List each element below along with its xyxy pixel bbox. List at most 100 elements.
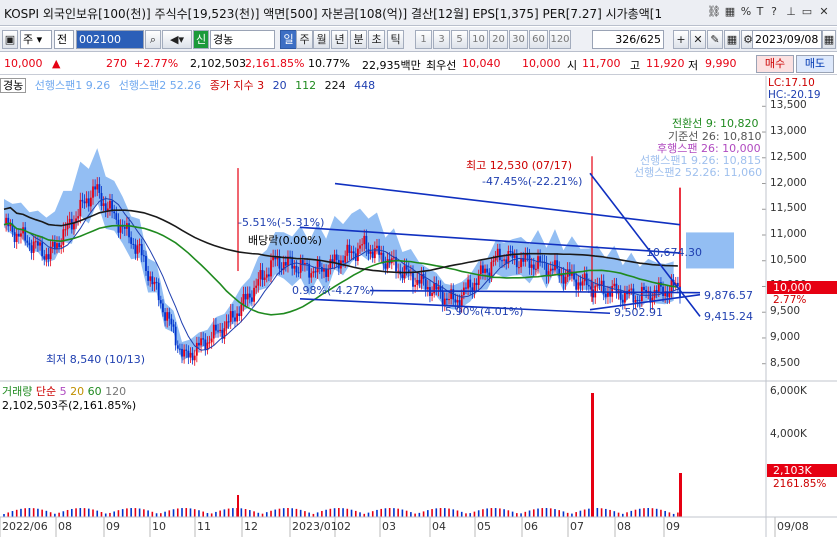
candle-body — [94, 186, 97, 190]
period-tab-1[interactable]: 주 — [296, 30, 313, 49]
volume-bar — [121, 509, 124, 517]
low-value: 9,990 — [705, 57, 737, 70]
interval-button-4[interactable]: 20 — [489, 30, 508, 49]
help-icon[interactable]: ? — [766, 4, 782, 20]
title-text: KOSPI 외국인보유[100(천)] 주식수[19,523(천)] 액면[50… — [4, 7, 663, 21]
volume-bar — [24, 508, 26, 517]
candle-body — [361, 244, 364, 246]
interval-button-1[interactable]: 3 — [433, 30, 450, 49]
market-select[interactable]: 주 ▾ — [20, 30, 52, 49]
interval-button-7[interactable]: 120 — [549, 30, 571, 49]
high-label: 고 — [630, 59, 641, 72]
x-tick-label-9: 04 — [432, 520, 446, 533]
candle-body — [583, 273, 586, 282]
chart-icon[interactable]: ▦ — [722, 4, 738, 20]
candle-body — [632, 288, 635, 303]
candle-body — [64, 229, 67, 231]
credit-badge[interactable]: 신 — [193, 30, 209, 49]
interval-button-6[interactable]: 60 — [529, 30, 548, 49]
candle-body — [443, 298, 446, 305]
candle-body — [376, 245, 378, 249]
volume-bar — [605, 508, 607, 517]
volume-bar — [155, 513, 158, 517]
menu-icon[interactable]: ▣ — [2, 30, 18, 49]
candle-body — [532, 264, 535, 270]
candle-body — [587, 285, 590, 287]
candle-body — [104, 203, 107, 211]
x-tick-label-4: 11 — [197, 520, 211, 533]
candle-body — [145, 255, 147, 271]
stock-code-input[interactable]: 002100 — [76, 30, 144, 49]
volume-bar — [45, 510, 48, 517]
period-tab-5[interactable]: 초 — [368, 30, 385, 49]
volume-bar — [660, 509, 662, 517]
zoom-in-icon[interactable]: + — [673, 30, 689, 49]
candle-body — [636, 299, 639, 301]
interval-button-5[interactable]: 30 — [509, 30, 528, 49]
legend-ma224: 224 — [324, 79, 346, 92]
candle-body — [501, 260, 503, 262]
candle-body — [318, 260, 321, 267]
search-icon[interactable]: ⌕ — [145, 30, 161, 49]
candle-body — [85, 198, 88, 204]
candle-body — [638, 300, 641, 302]
volume-bar — [435, 508, 438, 517]
period-tab-4[interactable]: 분 — [350, 30, 367, 49]
candle-body — [365, 235, 368, 249]
candle-body — [102, 203, 105, 206]
candle-body — [115, 213, 118, 220]
pencil-icon[interactable]: ✎ — [707, 30, 723, 49]
period-tab-6[interactable]: 틱 — [387, 30, 404, 49]
open-value: 11,700 — [582, 57, 621, 70]
zoom-out-icon[interactable]: ✕ — [690, 30, 706, 49]
close-icon[interactable]: ✕ — [816, 4, 832, 20]
grid-icon[interactable]: ▦ — [724, 30, 740, 49]
speaker-icon[interactable]: ◀▾ — [162, 30, 192, 49]
link-icon[interactable]: ⛓ — [706, 4, 722, 20]
thumbtack-icon[interactable]: ⊥ — [783, 4, 799, 20]
candle-body — [210, 338, 213, 343]
stock-name-field[interactable]: 경농 — [210, 30, 275, 49]
buy-button[interactable]: 매수 — [756, 55, 794, 73]
volume-bar — [210, 513, 213, 517]
volume-bar — [422, 511, 425, 517]
period-select[interactable]: 전 — [54, 30, 74, 49]
candle-body — [297, 272, 300, 274]
volume-bar — [613, 511, 616, 517]
calendar-icon[interactable]: ▦ — [822, 30, 836, 49]
volume-bar — [28, 508, 31, 517]
candle-body — [299, 260, 302, 273]
volume-bar — [20, 508, 22, 517]
volume-bar — [511, 511, 514, 517]
volume-bar — [342, 508, 344, 517]
candle-body — [350, 251, 353, 253]
candle-body — [640, 286, 643, 301]
date-field[interactable]: 2023/09/08 — [752, 30, 822, 49]
interval-button-0[interactable]: 1 — [415, 30, 432, 49]
volume-bar — [596, 508, 599, 517]
candle-body — [454, 299, 457, 303]
interval-button-3[interactable]: 10 — [469, 30, 488, 49]
candle-body — [227, 321, 230, 323]
volume-spike-high — [591, 393, 594, 517]
period-tab-2[interactable]: 월 — [313, 30, 330, 49]
volume-bar — [96, 510, 99, 517]
volume-bar — [486, 508, 488, 517]
period-tab-3[interactable]: 년 — [331, 30, 348, 49]
candle-body — [363, 235, 366, 245]
volume-bar — [295, 508, 298, 517]
candle-body — [187, 350, 190, 358]
period-tab-0[interactable]: 일 — [280, 30, 297, 49]
interval-button-2[interactable]: 5 — [451, 30, 468, 49]
minimize-icon[interactable]: ▭ — [799, 4, 815, 20]
candle-body — [181, 348, 183, 357]
sell-button[interactable]: 매도 — [796, 55, 834, 73]
candle-body — [15, 233, 18, 243]
volume-bar — [291, 508, 294, 517]
candle-body — [246, 293, 249, 300]
candle-body — [172, 324, 175, 327]
page-counter: 326/625 — [592, 30, 664, 49]
y-tick-label-9: 9,000 — [770, 330, 801, 343]
legend-ma20: 20 — [272, 79, 287, 92]
candle-body — [490, 261, 493, 277]
